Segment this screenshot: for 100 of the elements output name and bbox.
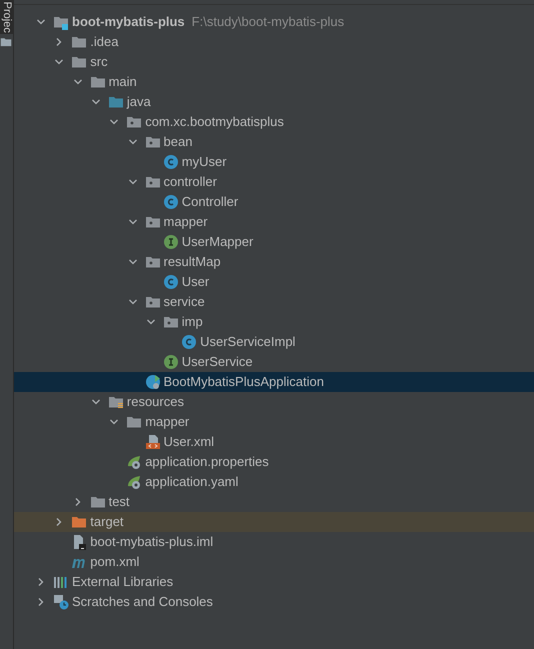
tree-item[interactable]: .idea [14, 32, 534, 52]
tree-item[interactable]: boot-mybatis-plus.iml [14, 532, 534, 552]
module-icon [53, 14, 69, 30]
item-label: UserMapper [182, 233, 254, 252]
tree-item[interactable]: Scratches and Consoles [14, 592, 534, 612]
leaf-gear-icon [126, 454, 142, 470]
interface-icon [162, 354, 179, 370]
package-icon [126, 114, 142, 130]
package-icon [144, 134, 160, 150]
tree-item[interactable]: main [14, 72, 534, 92]
item-label: Scratches and Consoles [72, 593, 213, 612]
chevron-down-icon[interactable] [128, 257, 138, 267]
item-label: UserServiceImpl [200, 333, 296, 352]
tree-item[interactable]: Controller [14, 192, 534, 212]
chevron-down-icon[interactable] [128, 217, 138, 227]
class-icon [181, 334, 198, 350]
tree-item[interactable]: controller [14, 172, 534, 192]
tree-item[interactable]: resources [14, 392, 534, 412]
folder-icon [90, 494, 106, 510]
item-label: mapper [164, 213, 208, 232]
tree-item[interactable]: UserService [14, 352, 534, 372]
tree-item[interactable]: imp [14, 312, 534, 332]
folder-icon [90, 74, 106, 90]
chevron-right-icon[interactable] [72, 497, 83, 507]
chevron-down-icon[interactable] [128, 297, 138, 307]
item-label: target [90, 513, 124, 532]
tree-item[interactable]: mapper [14, 412, 534, 432]
folder-icon [71, 34, 88, 50]
item-label: boot-mybatis-plus [72, 13, 185, 32]
tree-item[interactable]: External Libraries [14, 572, 534, 592]
tree-item[interactable]: User [14, 272, 534, 292]
item-label: External Libraries [72, 573, 174, 592]
interface-icon [162, 234, 179, 250]
chevron-down-icon[interactable] [54, 57, 64, 67]
file-icon [71, 534, 88, 550]
item-label: resultMap [164, 253, 221, 272]
class-icon [162, 194, 179, 210]
tree-item[interactable]: boot-mybatis-plus F:\study\boot-mybatis-plus [14, 12, 534, 32]
tree-item[interactable]: User.xml [14, 432, 534, 452]
item-label: main [108, 73, 137, 92]
tree-item[interactable]: application.yaml [14, 472, 534, 492]
package-icon [144, 214, 160, 230]
package-icon [144, 174, 160, 190]
chevron-down-icon[interactable] [146, 317, 156, 327]
tree-item[interactable]: resultMap [14, 252, 534, 272]
chevron-down-icon[interactable] [90, 397, 101, 407]
tree-item[interactable]: test [14, 492, 534, 512]
chevron-down-icon[interactable] [109, 417, 120, 427]
item-label: User [182, 273, 210, 292]
scratches-icon [53, 594, 69, 610]
item-label: bean [164, 133, 192, 152]
folder-icon [71, 514, 88, 530]
tree-item[interactable]: myUser [14, 152, 534, 172]
xml-file-icon [144, 434, 160, 450]
folder-icon [108, 394, 124, 410]
chevron-down-icon[interactable] [72, 77, 83, 87]
tree-item[interactable]: bean [14, 132, 534, 152]
item-label: Controller [182, 193, 238, 212]
tree-item[interactable]: UserServiceImpl [14, 332, 534, 352]
libraries-icon [53, 574, 69, 590]
chevron-down-icon[interactable] [128, 177, 138, 187]
project-tab[interactable]: Projec [0, 0, 13, 34]
item-label: .idea [90, 33, 118, 52]
item-label: src [90, 53, 108, 72]
tree-item[interactable]: UserMapper [14, 232, 534, 252]
chevron-down-icon[interactable] [128, 137, 138, 147]
leaf-gear-icon [126, 474, 142, 490]
item-label: User.xml [164, 433, 214, 452]
folder-icon [71, 54, 88, 70]
tree-item[interactable]: BootMybatisPlusApplication [14, 372, 534, 392]
class-icon [162, 274, 179, 290]
app-run-icon [144, 374, 160, 390]
folder-icon [126, 414, 142, 430]
tree-item[interactable]: application.properties [14, 452, 534, 472]
item-label: com.xc.bootmybatisplus [145, 113, 284, 132]
item-label: test [108, 493, 130, 512]
item-label: application.properties [145, 453, 269, 472]
tree-item[interactable]: src [14, 52, 534, 72]
item-label: myUser [182, 153, 227, 172]
item-label: mapper [145, 413, 190, 432]
tree-item[interactable]: service [14, 292, 534, 312]
chevron-down-icon[interactable] [90, 97, 101, 107]
item-label: pom.xml [90, 553, 140, 572]
tree-item[interactable]: com.xc.bootmybatisplus [14, 112, 534, 132]
class-icon [162, 154, 179, 170]
item-label: resources [126, 393, 184, 412]
tree-item[interactable]: pom.xml [14, 552, 534, 572]
item-label: java [126, 93, 151, 112]
tree-item[interactable]: java [14, 92, 534, 112]
tree-item[interactable]: target [14, 512, 534, 532]
tree-item[interactable]: mapper [14, 212, 534, 232]
item-label: boot-mybatis-plus.iml [90, 533, 214, 552]
folder-icon [108, 94, 124, 110]
folder-icon [0, 36, 12, 48]
item-label: UserService [182, 353, 253, 372]
item-label: service [164, 293, 205, 312]
chevron-down-icon[interactable] [109, 117, 120, 127]
chevron-down-icon[interactable] [36, 17, 46, 27]
item-label: application.yaml [145, 473, 238, 492]
package-icon [144, 254, 160, 270]
